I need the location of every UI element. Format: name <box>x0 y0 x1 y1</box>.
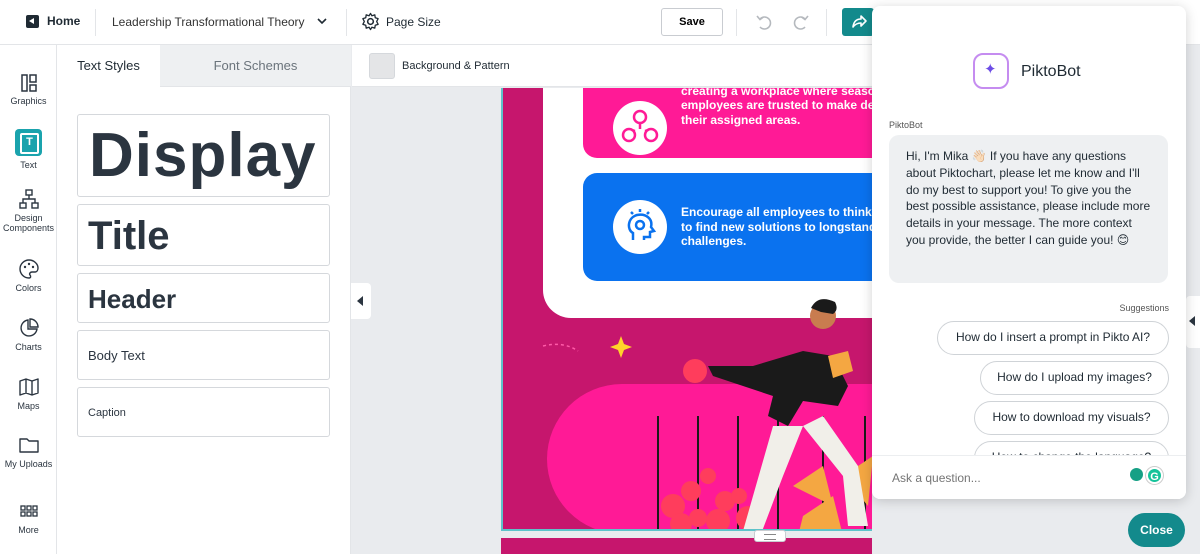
rail-label: More <box>18 525 39 535</box>
rail-label: Colors <box>15 283 42 293</box>
infographic-page[interactable]: Lead by communicating a clear vi creatin… <box>501 88 872 531</box>
next-page-edge <box>501 538 872 554</box>
pink-text-card[interactable]: Lead by communicating a clear vi creatin… <box>583 88 872 158</box>
save-button[interactable]: Save <box>661 8 723 36</box>
rail-label: Maps <box>17 401 40 411</box>
message-sender: PiktoBot <box>889 120 923 130</box>
collapse-panel-button[interactable] <box>351 283 371 319</box>
rail-label: My Uploads <box>4 459 53 469</box>
divider <box>826 9 827 36</box>
suggestions-label: Suggestions <box>1119 303 1169 313</box>
rail-label: Text <box>20 160 37 170</box>
grid-icon <box>19 505 38 517</box>
folder-icon <box>18 438 39 453</box>
divider <box>736 9 737 36</box>
right-panel-toggle[interactable] <box>1186 296 1200 348</box>
pie-chart-icon <box>19 318 39 337</box>
text-styles-panel: Text Styles Font Schemes Display Title H… <box>57 45 351 554</box>
divider <box>346 9 347 36</box>
rail-item-colors[interactable]: Colors <box>0 259 57 293</box>
graphics-icon <box>20 74 37 92</box>
tab-font-schemes[interactable]: Font Schemes <box>160 45 351 87</box>
panel-tabs: Text Styles Font Schemes <box>57 45 351 87</box>
ask-question-input[interactable] <box>892 471 1112 485</box>
share-arrow-icon <box>852 15 867 28</box>
display-style-card[interactable]: Display <box>77 114 330 197</box>
card-text[interactable]: Lead by communicating a clear vi creatin… <box>681 88 872 127</box>
rail-item-my-uploads[interactable]: My Uploads <box>0 435 57 469</box>
body-text-style-card[interactable]: Body Text <box>77 330 330 380</box>
undo-icon[interactable] <box>752 10 778 36</box>
idea-head-icon <box>613 200 667 254</box>
title-style-card[interactable]: Title <box>77 204 330 266</box>
design-components-icon <box>18 189 39 209</box>
rail-item-maps[interactable]: Maps <box>0 377 57 411</box>
team-network-icon <box>613 101 667 155</box>
editor-canvas[interactable]: Lead by communicating a clear vi creatin… <box>352 88 872 554</box>
background-pattern-button[interactable]: Background & Pattern <box>402 60 510 72</box>
home-label: Home <box>47 14 81 28</box>
chevron-down-icon[interactable] <box>316 15 328 27</box>
rail-item-design-components[interactable]: Design Components <box>0 189 57 233</box>
rail-item-charts[interactable]: Charts <box>0 318 57 352</box>
rail-label: Graphics <box>10 96 47 106</box>
page-size-button[interactable]: Page Size <box>386 15 441 29</box>
suggestion-chip[interactable]: How do I upload my images? <box>980 361 1169 395</box>
rail-item-text[interactable]: Text <box>0 129 57 170</box>
left-rail: Graphics Text Design Components Colors C… <box>0 45 57 554</box>
redo-icon[interactable] <box>787 10 813 36</box>
divider <box>95 9 96 36</box>
suggestion-chip[interactable]: How to download my visuals? <box>974 401 1169 435</box>
document-title[interactable]: Leadership Transformational Theory <box>112 15 305 29</box>
header-style-card[interactable]: Header <box>77 273 330 323</box>
suggestion-chip[interactable]: How do I insert a prompt in Pikto AI? <box>937 321 1169 355</box>
palette-icon <box>18 259 39 279</box>
map-icon <box>18 378 39 396</box>
share-button[interactable] <box>842 8 874 36</box>
person-illustration <box>542 299 872 529</box>
gear-icon[interactable] <box>361 12 380 31</box>
canvas-subbar: Background & Pattern <box>352 45 872 87</box>
bot-message-bubble: Hi, I'm Mika 👋🏻 If you have any question… <box>889 135 1168 283</box>
caption-style-card[interactable]: Caption <box>77 387 330 437</box>
background-color-swatch[interactable] <box>369 53 395 79</box>
home-button[interactable]: Home <box>26 14 80 28</box>
tab-text-styles[interactable]: Text Styles <box>57 45 160 87</box>
rail-item-more[interactable]: More <box>0 505 57 535</box>
chat-input-bar: G <box>872 455 1186 499</box>
grammarly-icon[interactable]: G <box>1146 467 1163 484</box>
rail-label: Charts <box>15 342 42 352</box>
grammarly-status-icon[interactable] <box>1130 468 1143 481</box>
page-resize-handle[interactable] <box>754 530 786 542</box>
sparkle-icon <box>973 53 1009 89</box>
bot-name: PiktoBot <box>1021 63 1081 80</box>
rail-label: Design Components <box>2 213 55 233</box>
card-text[interactable]: Encourage all employees to think c to fi… <box>681 205 872 249</box>
back-arrow-icon <box>26 14 39 28</box>
text-icon <box>15 129 42 156</box>
blue-text-card[interactable]: Encourage all employees to think c to fi… <box>583 173 872 281</box>
piktobot-chat-window: PiktoBot PiktoBot Hi, I'm Mika 👋🏻 If you… <box>872 6 1186 499</box>
rail-item-graphics[interactable]: Graphics <box>0 74 57 106</box>
close-chat-button[interactable]: Close <box>1128 513 1185 547</box>
